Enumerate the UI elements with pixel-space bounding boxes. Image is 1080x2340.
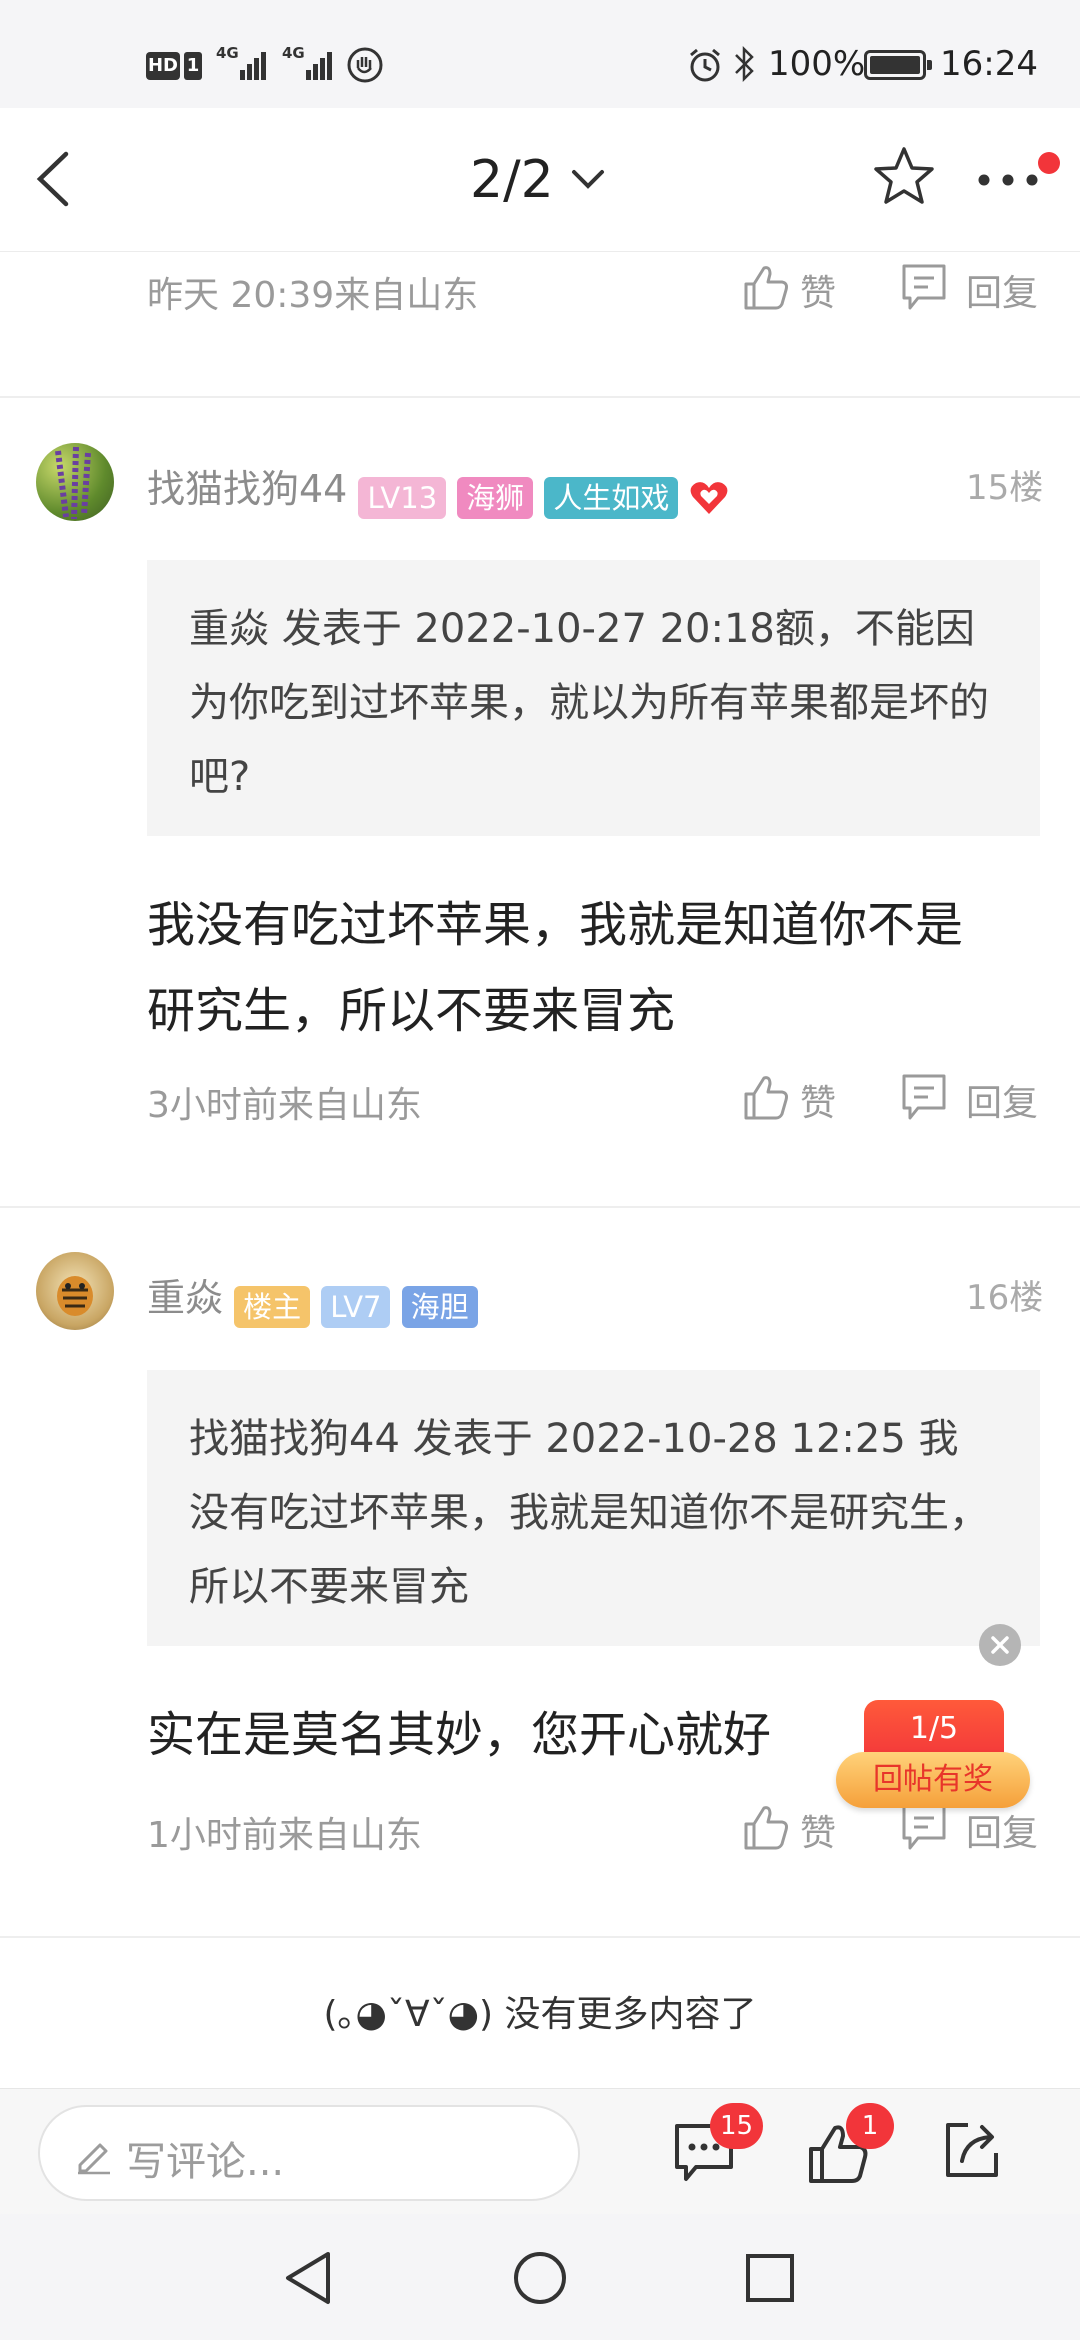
more-icon[interactable] [976,164,1048,194]
star-icon[interactable] [872,144,936,208]
title-badge: 人生如戏 [544,476,679,519]
chevron-down-icon [572,170,604,189]
system-nav-bar [0,2214,1080,2340]
post-meta: 3小时前来自山东 [147,1085,422,1126]
nav-home-icon[interactable] [512,2250,568,2306]
prev-post-meta: 昨天 20:39来自山东 [147,275,479,316]
user-line: 重焱 楼主 LV7 海胆 [147,1267,478,1328]
reply-icon [902,1074,946,1120]
user-line: 找猫找狗44 LV13 海狮 人生如戏 [147,458,729,519]
heart-icon [691,481,728,514]
username[interactable]: 找猫找狗44 [147,467,347,511]
like-button[interactable]: 赞 [742,1072,852,1126]
like-label: 赞 [800,1083,837,1124]
share-icon [946,2123,998,2177]
post-meta: 1小时前来自山东 [147,1815,422,1856]
quote-text: 找猫找狗44 发表于 2022-10-28 12:25 我没有吃过坏苹果，我就是… [189,1416,989,1610]
title-badge: 海胆 [401,1285,478,1328]
alarm-icon [690,48,720,82]
op-badge: 楼主 [234,1285,311,1328]
title-badge: 海狮 [457,476,534,519]
avatar[interactable] [36,1252,114,1330]
nav-recents-icon[interactable] [744,2252,796,2304]
thumbs-up-icon [744,1806,788,1850]
notification-dot [1038,152,1060,174]
top-nav: 2/2 [0,108,1080,252]
clock: 16:24 [940,44,1038,84]
pencil-icon [78,2143,110,2175]
back-icon[interactable] [30,146,80,212]
floor-number: 16楼 [966,1278,1044,1318]
nav-back-icon[interactable] [282,2250,334,2306]
signal-icon-1: 4G [216,44,276,84]
status-bar: HD 1 4G 4G 100% 16:24 [0,0,1080,108]
quote-box[interactable]: 重焱 发表于 2022-10-27 20:18额，不能因为你吃到过坏苹果，就以为… [147,560,1040,836]
signal-icon-2: 4G [282,44,342,84]
reward-label: 回帖有奖 [836,1752,1030,1808]
close-icon [991,1636,1009,1654]
bottom-bar: 写评论... 15 1 [0,2088,1080,2214]
thumbs-up-icon [744,266,788,310]
reply-label: 回复 [966,1083,1039,1124]
page-selector[interactable]: 2/2 [470,150,620,214]
reply-label: 回复 [966,273,1039,314]
divider [0,396,1080,398]
reply-button[interactable]: 回复 [898,1802,1048,1856]
end-of-content: (｡◕ˇ∀ˇ◕) 没有更多内容了 [323,1994,757,2035]
hd-icon: HD [146,52,180,80]
like-count-badge: 1 [846,2103,894,2149]
comment-placeholder: 写评论... [126,2139,285,2185]
post-content: 我没有吃过坏苹果，我就是知道你不是研究生，所以不要来冒充 [147,897,964,1039]
level-badge: LV7 [321,1285,391,1328]
like-label: 赞 [800,273,837,314]
reply-icon [902,264,946,310]
battery-percent: 100% [768,44,866,84]
bluetooth-icon [735,45,754,83]
reply-label: 回复 [966,1813,1039,1854]
username[interactable]: 重焱 [147,1276,223,1320]
battery-icon [864,50,932,80]
prev-like-button[interactable]: 赞 [742,262,852,316]
level-badge: LV13 [358,476,447,519]
share-button[interactable] [940,2117,1020,2197]
avatar[interactable] [36,443,114,521]
reward-close-button[interactable] [979,1624,1021,1666]
comment-input[interactable]: 写评论... [38,2105,580,2201]
comments-button[interactable]: 15 [672,2103,764,2197]
like-post-button[interactable]: 1 [806,2103,896,2197]
reward-widget[interactable]: 1/5 回帖有奖 [836,1700,1030,1810]
like-label: 赞 [800,1813,837,1854]
quote-box[interactable]: 找猫找狗44 发表于 2022-10-28 12:25 我没有吃过坏苹果，我就是… [147,1370,1040,1646]
like-button[interactable]: 赞 [742,1802,852,1856]
comment-count-badge: 15 [710,2103,764,2149]
quote-text: 重焱 发表于 2022-10-27 20:18额，不能因为你吃到过坏苹果，就以为… [189,606,989,800]
page-indicator: 2/2 [470,150,554,210]
thumbs-up-icon [744,1076,788,1120]
divider [0,1936,1080,1938]
prev-reply-button[interactable]: 回复 [898,262,1048,316]
hand-icon [347,47,383,83]
divider [0,1206,1080,1208]
floor-number: 15楼 [966,468,1044,508]
reply-button[interactable]: 回复 [898,1072,1048,1126]
sim-icon: 1 [184,52,202,80]
